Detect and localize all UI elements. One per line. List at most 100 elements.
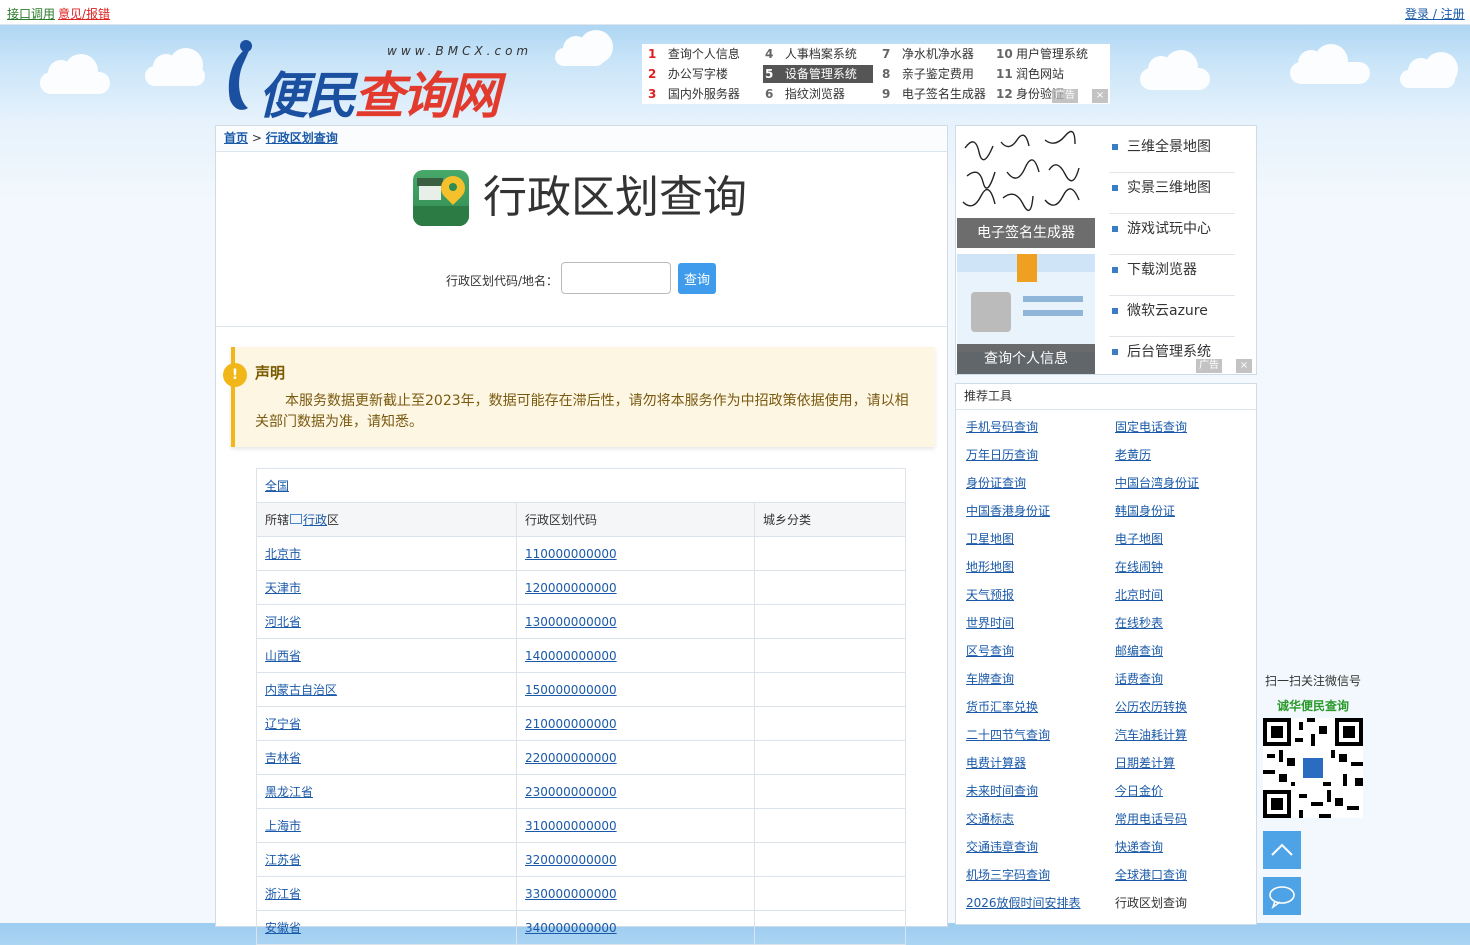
ad-tag[interactable]: 广告 [1196,359,1222,373]
region-code-link[interactable]: 140000000000 [525,649,617,663]
tool-link[interactable]: 中国台湾身份证 [1115,474,1199,491]
warning-icon: ! [223,363,247,387]
tool-link[interactable]: 交通标志 [966,810,1014,827]
region-code-link[interactable]: 330000000000 [525,887,617,901]
region-code-link[interactable]: 210000000000 [525,717,617,731]
tool-link[interactable]: 区号查询 [966,642,1014,659]
tool-link[interactable]: 2026放假时间安排表 [966,894,1081,911]
tool-link[interactable]: 邮编查询 [1115,642,1163,659]
top-link-item[interactable]: 11 润色网站 [996,65,1064,83]
feedback-chat-button[interactable] [1263,877,1301,915]
api-link[interactable]: 接口调用 [7,5,55,22]
region-name-link[interactable]: 内蒙古自治区 [265,683,337,697]
tool-link[interactable]: 快递查询 [1115,838,1163,855]
tool-link[interactable]: 二十四节气查询 [966,726,1050,743]
tool-link[interactable]: 公历农历转换 [1115,698,1187,715]
region-code-link[interactable]: 320000000000 [525,853,617,867]
admin-link[interactable]: 行政 [303,513,327,527]
tool-link[interactable]: 在线秒表 [1115,614,1163,631]
tool-link[interactable]: 今日金价 [1115,782,1163,799]
table-header: 所辖 行政区 行政区划代码 城乡分类 [256,502,906,537]
region-name-link[interactable]: 安徽省 [265,921,301,935]
signature-thumb[interactable]: 电子签名生成器 [957,128,1095,248]
region-name-link[interactable]: 天津市 [265,581,301,595]
top-bar: 接口调用 意见/报错 登录 / 注册 [0,0,1470,25]
tool-link[interactable]: 固定电话查询 [1115,418,1187,435]
tool-link[interactable]: 世界时间 [966,614,1014,631]
region-code-link[interactable]: 230000000000 [525,785,617,799]
tool-link[interactable]: 天气预报 [966,586,1014,603]
region-name-link[interactable]: 辽宁省 [265,717,301,731]
tool-link[interactable]: 老黄历 [1115,446,1151,463]
tool-link[interactable]: 电子地图 [1115,530,1163,547]
ad-list-item[interactable]: 下载浏览器 [1109,255,1235,296]
tool-link[interactable]: 交通违章查询 [966,838,1038,855]
ad-list-item[interactable]: 三维全景地图 [1109,132,1235,173]
login-register-link[interactable]: 登录 / 注册 [1405,5,1465,22]
region-name-link[interactable]: 上海市 [265,819,301,833]
tool-link[interactable]: 韩国身份证 [1115,502,1175,519]
region-name-link[interactable]: 江苏省 [265,853,301,867]
tool-link[interactable]: 全球港口查询 [1115,866,1187,883]
top-link-item[interactable]: 9 电子签名生成器 [882,85,986,103]
ad-list-item[interactable]: 游戏试玩中心 [1109,214,1235,255]
table-row: 天津市 120000000000 [256,570,906,605]
recommended-tools: 推荐工具 手机号码查询 万年日历查询 身份证查询 中国香港身份证 卫星地图 地形地图 天气预… [955,383,1257,925]
region-code-link[interactable]: 130000000000 [525,615,617,629]
tool-link[interactable]: 常用电话号码 [1115,810,1187,827]
region-code-link[interactable]: 120000000000 [525,581,617,595]
tool-link[interactable]: 身份证查询 [966,474,1026,491]
region-code-link[interactable]: 110000000000 [525,547,617,561]
all-country-link[interactable]: 全国 [265,479,289,493]
tool-link[interactable]: 地形地图 [966,558,1014,575]
region-name-link[interactable]: 河北省 [265,615,301,629]
tool-link[interactable]: 日期差计算 [1115,754,1175,771]
breadcrumb-current[interactable]: 行政区划查询 [266,131,338,145]
site-logo[interactable]: www.BMCX.com 便民查询网 [222,36,532,125]
tool-link[interactable]: 在线闹钟 [1115,558,1163,575]
id-card-thumb[interactable]: 查询个人信息 [957,254,1095,374]
breadcrumb-home[interactable]: 首页 [224,131,248,145]
tool-link[interactable]: 万年日历查询 [966,446,1038,463]
region-code-link[interactable]: 310000000000 [525,819,617,833]
top-link-item[interactable]: 4 人事档案系统 [765,45,857,63]
tool-link[interactable]: 货币汇率兑换 [966,698,1038,715]
top-link-item[interactable]: 1 查询个人信息 [648,45,740,63]
tool-link[interactable]: 未来时间查询 [966,782,1038,799]
region-type-cell [754,808,906,843]
top-link-item[interactable]: 2 办公写字楼 [648,65,728,83]
ad-tag[interactable]: 广告 [1052,89,1078,103]
top-link-item[interactable]: 10 用户管理系统 [996,45,1088,63]
region-name-link[interactable]: 北京市 [265,547,301,561]
back-to-top-button[interactable] [1263,831,1301,869]
top-link-item-selected[interactable]: 5 设备管理系统 [763,65,873,83]
tool-link[interactable]: 汽车油耗计算 [1115,726,1187,743]
tool-link[interactable]: 车牌查询 [966,670,1014,687]
map-pin-icon [413,170,469,226]
region-name-link[interactable]: 黑龙江省 [265,785,313,799]
region-search-input[interactable] [561,262,671,294]
region-name-link[interactable]: 吉林省 [265,751,301,765]
top-link-item[interactable]: 3 国内外服务器 [648,85,740,103]
top-link-item[interactable]: 7 净水机净水器 [882,45,974,63]
tool-link[interactable]: 电费计算器 [966,754,1026,771]
tool-link[interactable]: 中国香港身份证 [966,502,1050,519]
feedback-link[interactable]: 意见/报错 [58,5,110,22]
ad-close-icon[interactable]: × [1236,359,1252,373]
top-link-item[interactable]: 6 指纹浏览器 [765,85,845,103]
region-code-link[interactable]: 150000000000 [525,683,617,697]
search-button[interactable]: 查询 [678,263,716,294]
tool-link[interactable]: 北京时间 [1115,586,1163,603]
ad-close-icon[interactable]: × [1092,89,1108,103]
region-name-link[interactable]: 山西省 [265,649,301,663]
tool-link[interactable]: 卫星地图 [966,530,1014,547]
top-link-item[interactable]: 8 亲子鉴定费用 [882,65,974,83]
table-row: 黑龙江省 230000000000 [256,774,906,809]
tool-link[interactable]: 话费查询 [1115,670,1163,687]
ad-list-item[interactable]: 微软云azure [1109,296,1235,337]
tool-link[interactable]: 手机号码查询 [966,418,1038,435]
region-code-link[interactable]: 220000000000 [525,751,617,765]
region-name-link[interactable]: 浙江省 [265,887,301,901]
ad-list-item[interactable]: 实景三维地图 [1109,173,1235,214]
tool-link[interactable]: 机场三字码查询 [966,866,1050,883]
